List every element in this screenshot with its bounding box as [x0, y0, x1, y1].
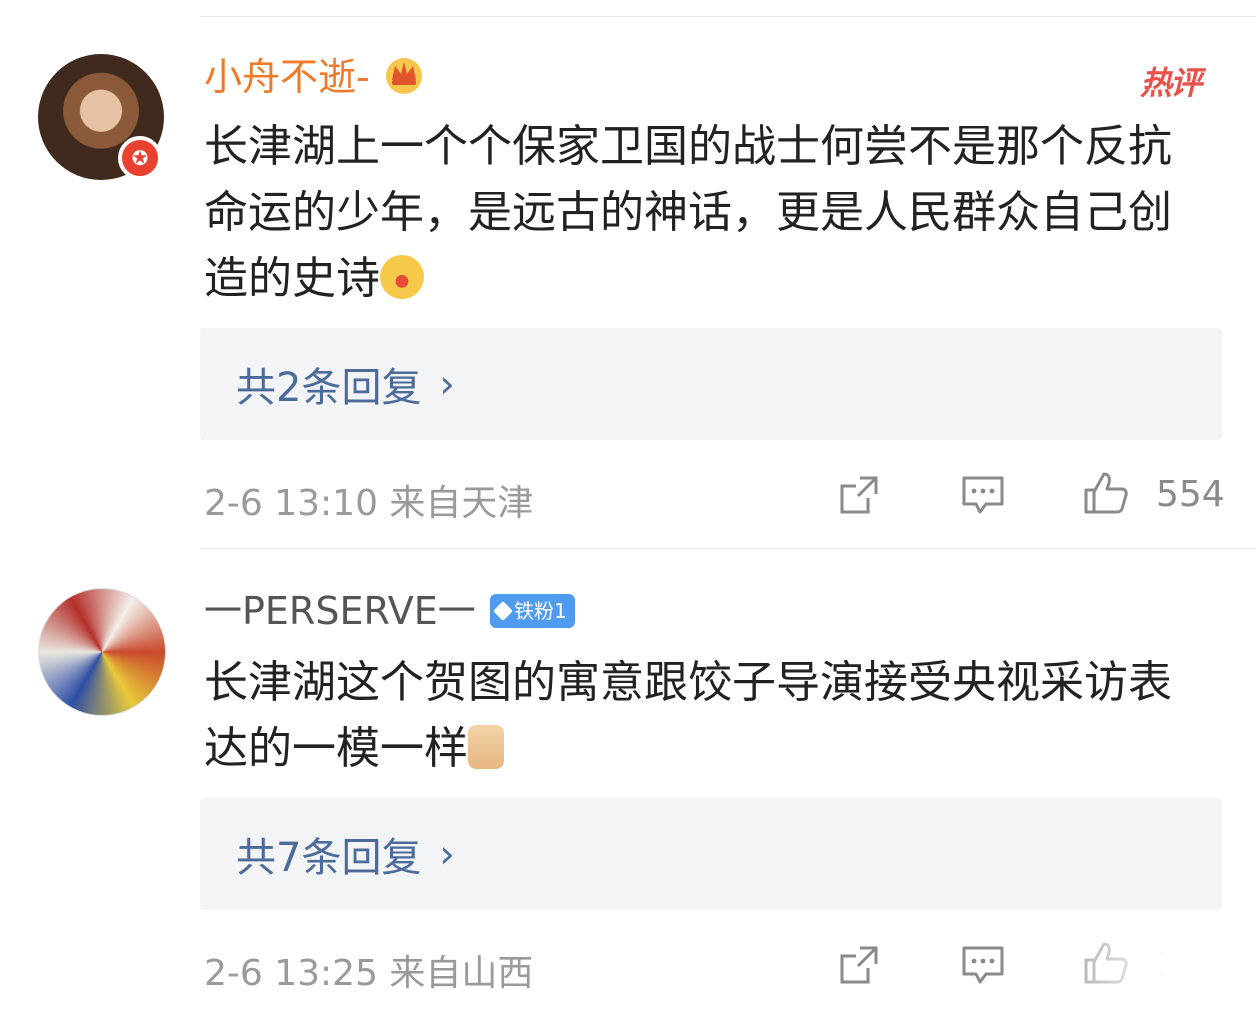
- comment-text: 长津湖这个贺图的寓意跟饺子导演接受央视采访表达的一模一样: [204, 650, 1204, 782]
- comment-meta: 2-6 13:10 来自天津: [204, 483, 534, 524]
- share-icon[interactable]: [836, 942, 882, 988]
- thumbs-up-emoji-icon: [468, 725, 504, 769]
- emoji-face-icon: [380, 255, 424, 299]
- like-count: 554: [1156, 474, 1225, 515]
- username[interactable]: 一PERSERVE一: [204, 588, 476, 634]
- reply-thread-button[interactable]: 共2条回复 ›: [200, 328, 1222, 440]
- share-icon[interactable]: [836, 472, 882, 518]
- chevron-right-icon: ›: [439, 832, 455, 876]
- fans-badge: 铁粉1: [490, 594, 575, 628]
- reply-thread-button[interactable]: 共7条回复 ›: [200, 798, 1222, 910]
- reply-count-label: 共2条回复: [236, 365, 422, 411]
- chevron-right-icon: ›: [439, 362, 455, 406]
- crown-icon: [386, 58, 422, 94]
- like-icon[interactable]: [1082, 470, 1128, 516]
- comment-text: 长津湖上一个个保家卫国的战士何尝不是那个反抗命运的少年，是远古的神话，更是人民群…: [204, 114, 1204, 312]
- comment-body: 长津湖这个贺图的寓意跟饺子导演接受央视采访表达的一模一样: [204, 657, 1172, 774]
- comment-body: 长津湖上一个个保家卫国的战士何尝不是那个反抗命运的少年，是远古的神话，更是人民群…: [204, 121, 1172, 304]
- comment-icon[interactable]: [960, 472, 1006, 518]
- top-divider: [200, 16, 1256, 17]
- reply-count-label: 共7条回复: [236, 835, 422, 881]
- avatar[interactable]: [38, 588, 166, 716]
- verified-badge-icon: ✪: [118, 136, 162, 180]
- fans-badge-label: 铁粉1: [514, 599, 567, 623]
- comment-divider: [200, 548, 1256, 549]
- username[interactable]: 小舟不逝-: [204, 54, 370, 100]
- comment-meta: 2-6 13:25 来自山西: [204, 953, 534, 994]
- hot-badge: 热评: [1139, 64, 1202, 102]
- diamond-icon: [493, 601, 513, 621]
- watermark-fade: [1030, 940, 1256, 1018]
- comment-icon[interactable]: [960, 942, 1006, 988]
